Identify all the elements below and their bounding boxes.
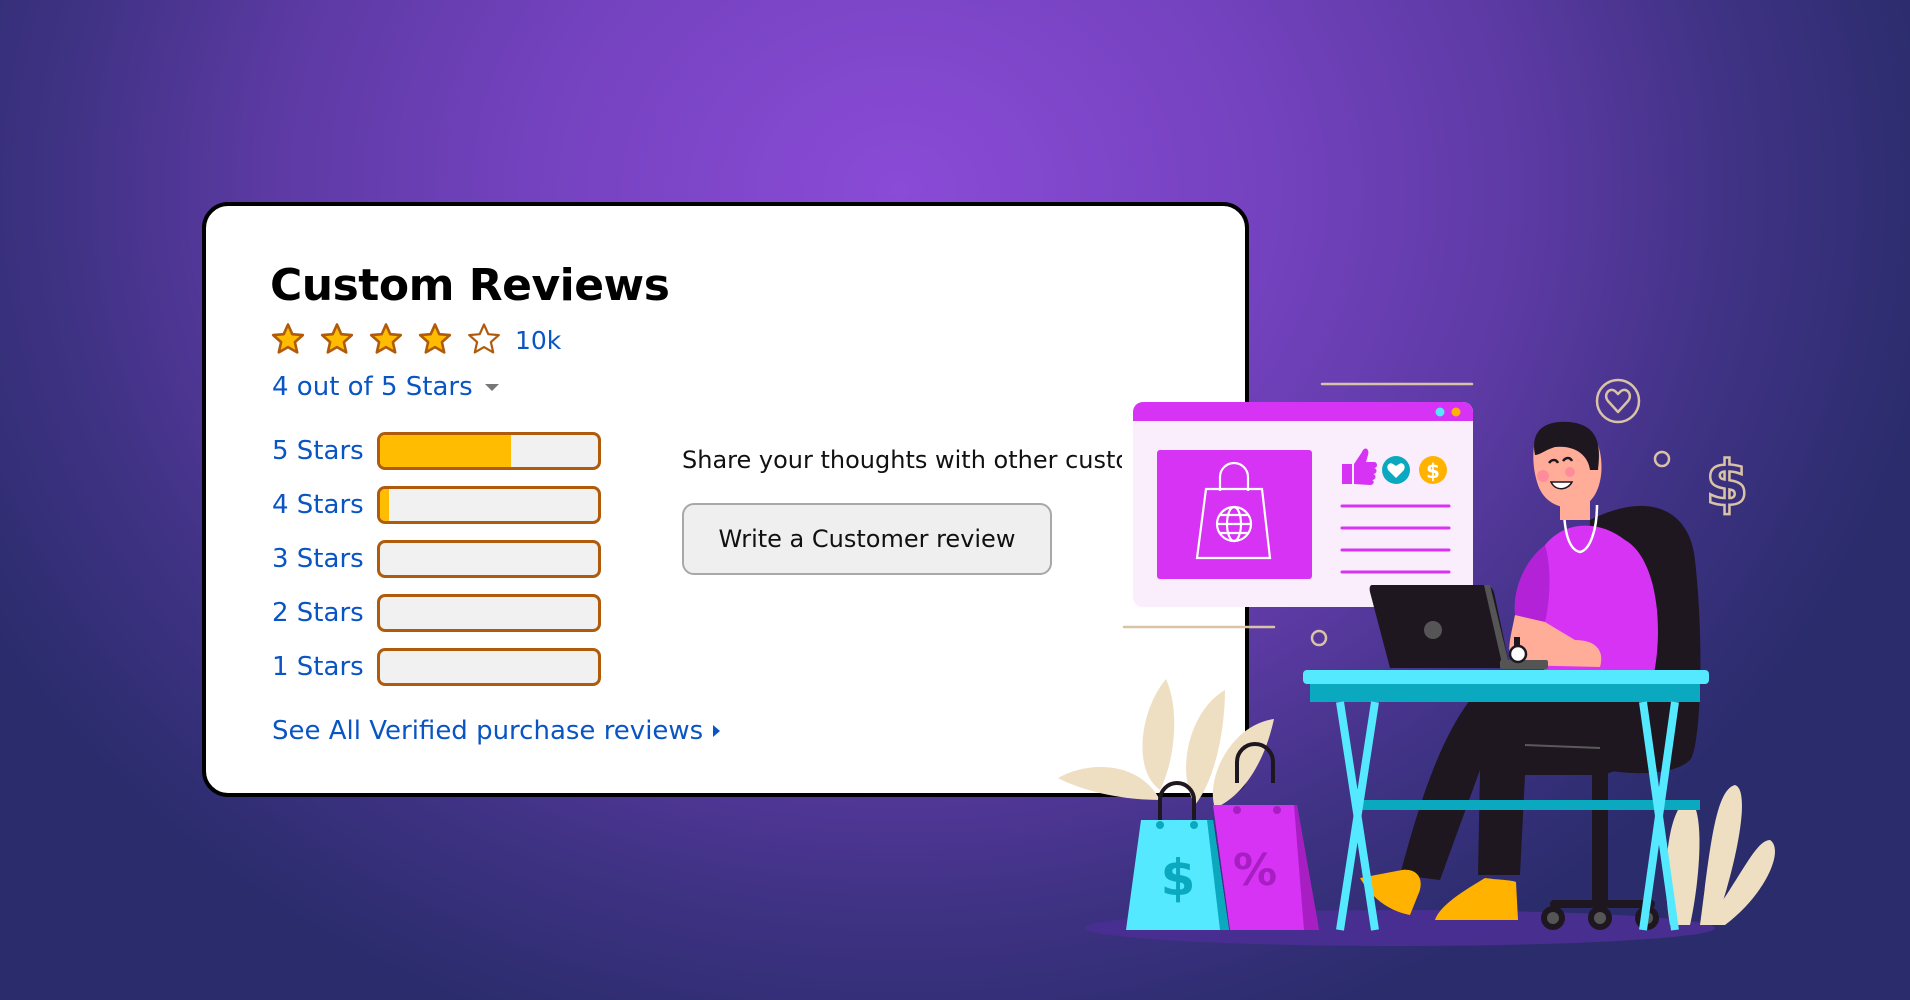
rating-summary-dropdown[interactable]: 4 out of 5 Stars xyxy=(272,372,499,402)
see-all-reviews-link[interactable]: See All Verified purchase reviews xyxy=(272,716,721,746)
rating-bar[interactable] xyxy=(377,540,601,578)
heart-circle-icon xyxy=(1595,378,1641,424)
svg-text:$: $ xyxy=(1426,459,1440,483)
plant-leaves-right xyxy=(1666,785,1775,925)
chevron-right-icon xyxy=(713,725,721,737)
caret-down-icon xyxy=(484,383,499,391)
small-circle-icon xyxy=(1310,629,1328,647)
person-head xyxy=(1533,427,1602,508)
rating-row-label[interactable]: 3 Stars xyxy=(272,544,377,574)
star-icon-filled xyxy=(268,320,308,360)
person-shirt xyxy=(1538,525,1658,690)
rating-bar[interactable] xyxy=(377,486,601,524)
person-hair xyxy=(1534,421,1600,470)
shoe-icon xyxy=(1435,878,1518,920)
see-all-reviews-label: See All Verified purchase reviews xyxy=(272,716,704,746)
person-sleeve xyxy=(1514,545,1550,622)
person-arm xyxy=(1509,615,1602,667)
smile xyxy=(1549,481,1574,490)
laptop xyxy=(1369,585,1548,669)
window-dot xyxy=(1451,407,1461,417)
floor-shadow xyxy=(1085,910,1715,946)
rating-bar[interactable] xyxy=(377,594,601,632)
share-thoughts-text: Share your thoughts with other customers xyxy=(682,446,1122,474)
svg-text:$: $ xyxy=(1161,849,1196,907)
cheek xyxy=(1565,467,1575,477)
review-count[interactable]: 10k xyxy=(515,326,561,355)
star-icon-filled xyxy=(317,320,357,360)
write-review-button[interactable]: Write a Customer review xyxy=(682,503,1052,575)
heart-icon xyxy=(1382,456,1410,484)
person-legs xyxy=(1400,700,1648,880)
reviews-card: Custom Reviews 10k 4 out of 5 Stars 5 St… xyxy=(202,202,1249,797)
text-lines xyxy=(1340,504,1451,574)
star-icon-filled xyxy=(415,320,455,360)
rating-row[interactable]: 2 Stars xyxy=(272,586,601,640)
star-icon-filled xyxy=(366,320,406,360)
rating-row[interactable]: 3 Stars xyxy=(272,532,601,586)
rating-row-label[interactable]: 2 Stars xyxy=(272,598,377,628)
rating-row[interactable]: 5 Stars xyxy=(272,424,601,478)
svg-text:%: % xyxy=(1233,845,1277,896)
rating-row-label[interactable]: 1 Stars xyxy=(272,652,377,682)
shoe-icon xyxy=(1360,869,1421,915)
thumbs-up-icon xyxy=(1342,448,1377,485)
window-dot xyxy=(1435,407,1445,417)
rating-bar-fill xyxy=(380,489,389,521)
rating-bar[interactable] xyxy=(377,432,601,470)
rating-summary-label: 4 out of 5 Stars xyxy=(272,372,473,402)
reviews-title: Custom Reviews xyxy=(270,260,670,311)
small-circle-icon xyxy=(1653,450,1671,468)
person-neck xyxy=(1560,490,1590,520)
chair-base xyxy=(1541,770,1659,930)
star-icon-empty xyxy=(464,320,504,360)
watch-icon xyxy=(1508,637,1528,664)
desk xyxy=(1303,670,1709,931)
rating-distribution: 5 Stars 4 Stars 3 Stars 2 Stars 1 Stars xyxy=(272,424,601,694)
eye xyxy=(1562,456,1574,462)
shopping-bag-dollar: $ xyxy=(1126,781,1229,930)
chair-back xyxy=(1580,505,1701,774)
dollar-icon: $ xyxy=(1419,456,1447,484)
eye xyxy=(1548,458,1560,464)
necklace xyxy=(1562,504,1599,554)
rating-bar-fill xyxy=(380,435,511,467)
rating-row[interactable]: 1 Stars xyxy=(272,640,601,694)
rating-row-label[interactable]: 4 Stars xyxy=(272,490,377,520)
cheek xyxy=(1537,470,1549,482)
rating-row-label[interactable]: 5 Stars xyxy=(272,436,377,466)
star-rating: 10k xyxy=(268,320,561,360)
dollar-sign-icon: $ xyxy=(1705,447,1748,520)
rating-row[interactable]: 4 Stars xyxy=(272,478,601,532)
rating-bar[interactable] xyxy=(377,648,601,686)
